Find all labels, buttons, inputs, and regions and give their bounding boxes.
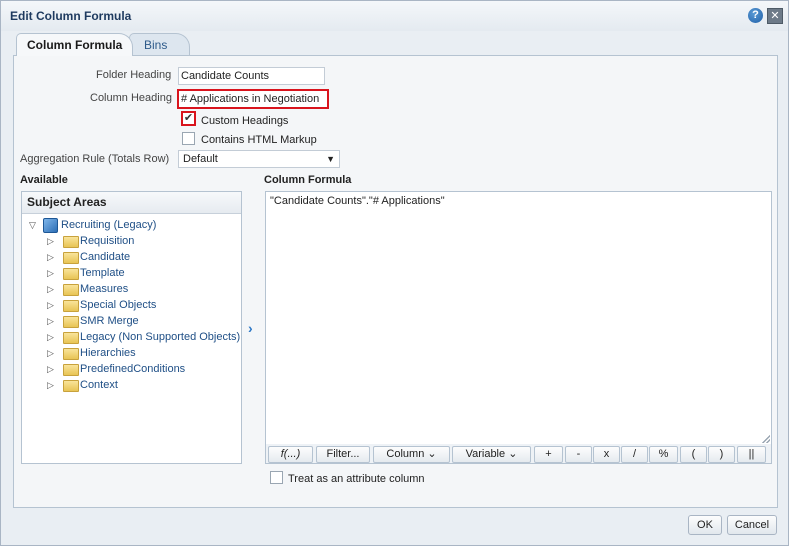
tree-item-label: Candidate xyxy=(80,251,131,263)
dialog-title: Edit Column Formula xyxy=(10,9,132,23)
tree-item-label: Hierarchies xyxy=(80,347,136,359)
tab-content: Folder Heading Candidate Counts Column H… xyxy=(13,55,778,508)
ok-button[interactable]: OK xyxy=(688,515,722,535)
tab-bins[interactable]: Bins xyxy=(129,33,191,56)
column-formula-title: Column Formula xyxy=(264,174,352,186)
contains-html-checkbox[interactable] xyxy=(182,132,195,145)
folder-icon xyxy=(63,332,79,344)
variable-menu-button[interactable]: Variable ⌄ xyxy=(452,446,531,463)
expand-triangle-icon[interactable]: ▷ xyxy=(47,313,54,329)
help-icon[interactable]: ? xyxy=(748,8,763,23)
percent-button[interactable]: % xyxy=(649,446,678,463)
resize-grip-icon[interactable] xyxy=(762,435,770,443)
multiply-button[interactable]: x xyxy=(593,446,620,463)
aggregation-rule-value: Default xyxy=(183,153,218,165)
tree-item-label: Template xyxy=(80,267,125,279)
custom-headings-checkbox[interactable]: ✔ xyxy=(181,111,196,126)
dropdown-arrow-icon: ▼ xyxy=(326,154,335,164)
tree-item-label: Legacy (Non Supported Objects) xyxy=(80,331,241,343)
tree-item-label: Measures xyxy=(80,283,129,295)
subject-area-cube-icon xyxy=(43,218,58,233)
chevron-down-icon: ⌄ xyxy=(427,448,437,460)
tree-item-label: SMR Merge xyxy=(80,315,139,327)
filter-button[interactable]: Filter... xyxy=(316,446,370,463)
column-heading-field[interactable]: # Applications in Negotiation xyxy=(177,89,329,109)
folder-icon xyxy=(63,236,79,248)
concat-button[interactable]: || xyxy=(737,446,766,463)
subject-areas-header: Subject Areas xyxy=(22,192,241,214)
column-formula-value: "Candidate Counts"."# Applications" xyxy=(270,195,445,207)
tree-item-label: Requisition xyxy=(80,235,135,247)
close-icon[interactable]: ✕ xyxy=(767,8,783,24)
attribute-column-checkbox[interactable] xyxy=(270,471,283,484)
folder-icon xyxy=(63,300,79,312)
tree-item-label: Special Objects xyxy=(80,299,157,311)
tree-item-label: PredefinedConditions xyxy=(80,363,186,375)
folder-heading-label: Folder Heading xyxy=(96,69,172,81)
formula-toolbar: f(...) Filter... Column ⌄ Variable ⌄ + -… xyxy=(265,444,772,464)
column-formula-textarea[interactable]: "Candidate Counts"."# Applications" xyxy=(265,191,772,445)
subject-areas-panel: Subject Areas ▽ Recruiting (Legacy) ▷ Re… xyxy=(21,191,242,464)
collapse-triangle-icon[interactable]: ▽ xyxy=(29,217,36,233)
attribute-column-label: Treat as an attribute column xyxy=(288,473,425,485)
insert-arrow-icon[interactable]: › xyxy=(248,320,253,336)
column-heading-label: Column Heading xyxy=(90,92,172,104)
folder-icon xyxy=(63,316,79,328)
chevron-down-icon: ⌄ xyxy=(508,448,518,460)
divide-button[interactable]: / xyxy=(621,446,648,463)
aggregation-rule-select[interactable]: Default ▼ xyxy=(178,150,340,168)
expand-triangle-icon[interactable]: ▷ xyxy=(47,281,54,297)
tab-bins-label: Bins xyxy=(144,38,168,52)
folder-heading-field[interactable]: Candidate Counts xyxy=(178,67,325,85)
folder-icon xyxy=(63,348,79,360)
dialog-titlebar: Edit Column Formula ? ✕ xyxy=(1,1,788,31)
minus-button[interactable]: - xyxy=(565,446,592,463)
custom-headings-label: Custom Headings xyxy=(201,115,289,127)
column-menu-label: Column xyxy=(386,448,425,460)
tab-column-formula-label: Column Formula xyxy=(27,38,123,52)
expand-triangle-icon[interactable]: ▷ xyxy=(47,329,54,345)
folder-icon xyxy=(63,284,79,296)
left-paren-button[interactable]: ( xyxy=(680,446,707,463)
expand-triangle-icon[interactable]: ▷ xyxy=(47,361,54,377)
folder-icon xyxy=(63,252,79,264)
cancel-button[interactable]: Cancel xyxy=(727,515,777,535)
expand-triangle-icon[interactable]: ▷ xyxy=(47,377,54,393)
tab-column-formula[interactable]: Column Formula xyxy=(16,33,134,56)
contains-html-label: Contains HTML Markup xyxy=(201,134,317,146)
plus-button[interactable]: + xyxy=(534,446,563,463)
expand-triangle-icon[interactable]: ▷ xyxy=(47,265,54,281)
expand-triangle-icon[interactable]: ▷ xyxy=(47,249,54,265)
expand-triangle-icon[interactable]: ▷ xyxy=(47,345,54,361)
column-menu-button[interactable]: Column ⌄ xyxy=(373,446,450,463)
expand-triangle-icon[interactable]: ▷ xyxy=(47,297,54,313)
folder-icon xyxy=(63,380,79,392)
edit-column-formula-dialog: Edit Column Formula ? ✕ Column Formula B… xyxy=(0,0,789,546)
tree-root-label: Recruiting (Legacy) xyxy=(61,219,157,231)
expand-triangle-icon[interactable]: ▷ xyxy=(47,233,54,249)
available-title: Available xyxy=(20,174,68,186)
function-button[interactable]: f(...) xyxy=(268,446,313,463)
right-paren-button[interactable]: ) xyxy=(708,446,735,463)
variable-menu-label: Variable xyxy=(465,448,506,460)
aggregation-rule-label: Aggregation Rule (Totals Row) xyxy=(20,153,170,165)
tree-item-label: Context xyxy=(80,379,118,391)
folder-icon xyxy=(63,268,79,280)
folder-icon xyxy=(63,364,79,376)
